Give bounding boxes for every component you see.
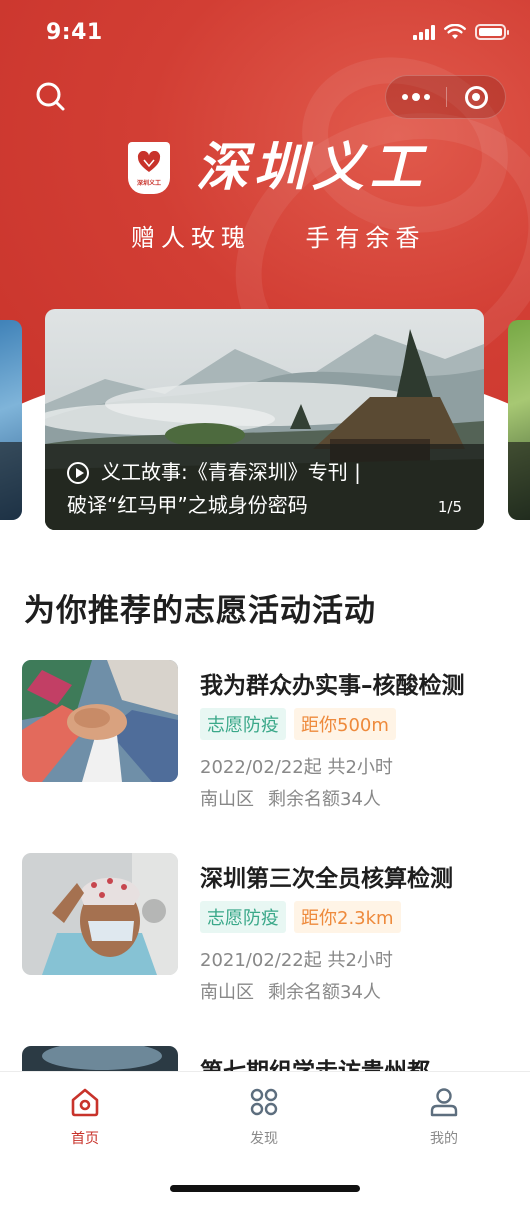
brand-logo: 深圳义工 [128,142,170,194]
search-icon [36,82,65,111]
play-icon [67,461,89,484]
search-button[interactable] [34,80,68,114]
banner-carousel[interactable]: 义工故事:《青春深圳》专刊 | 破译“红马甲”之城身份密码 1/5 [45,309,484,530]
more-button[interactable] [386,76,446,118]
activity-district: 南山区 [200,982,254,1003]
distance-tag: 距你2.3km [294,901,401,933]
banner-title-line1: 义工故事:《青春深圳》专刊 | [101,460,361,484]
banner-caption: 义工故事:《青春深圳》专刊 | 破译“红马甲”之城身份密码 1/5 [45,444,484,530]
activity-thumbnail [22,853,178,975]
home-icon [71,1088,99,1117]
activity-date: 2021/02/22起 共2小时 [200,950,393,971]
tab-home-label: 首页 [71,1131,99,1147]
section-title: 为你推荐的志愿活动活动 [24,593,376,629]
banner-title-line2: 破译“红马甲”之城身份密码 [67,493,308,517]
status-bar: 9:41 [0,0,530,64]
activity-quota: 剩余名额34人 [268,789,381,810]
activity-thumbnail [22,660,178,782]
tab-profile[interactable]: 我的 [399,1086,489,1148]
cellular-signal-icon [413,24,435,40]
activity-card[interactable]: 我为群众办实事–核酸检测 志愿防疫 距你500m 2022/02/22起 共2小… [22,660,512,810]
profile-icon [430,1088,458,1117]
tab-profile-label: 我的 [430,1131,458,1147]
activity-quota: 剩余名额34人 [268,982,381,1003]
discover-icon [250,1088,278,1116]
tab-discover-label: 发现 [250,1131,278,1147]
tab-home[interactable]: 首页 [40,1086,130,1148]
status-time: 9:41 [46,20,103,45]
activity-card[interactable]: 深圳第三次全员核算检测 志愿防疫 距你2.3km 2021/02/22起 共2小… [22,853,512,1003]
activity-location: 南山区 剩余名额34人 [200,978,381,1004]
activity-title: 深圳第三次全员核算检测 [200,866,453,892]
more-icon [402,94,408,100]
slogan: 赠人玫瑰 手有余香 [131,224,426,252]
close-miniprogram-button[interactable] [447,76,505,118]
category-tag: 志愿防疫 [200,708,286,740]
tab-discover[interactable]: 发现 [219,1086,309,1148]
activity-district: 南山区 [200,789,254,810]
close-target-icon [464,85,488,109]
carousel-prev-card[interactable] [0,320,22,520]
home-indicator [170,1185,360,1192]
carousel-next-card[interactable] [508,320,530,520]
activity-title: 我为群众办实事–核酸检测 [200,673,465,699]
category-tag: 志愿防疫 [200,901,286,933]
banner-pager: 1/5 [437,498,462,516]
activity-location: 南山区 剩余名额34人 [200,785,381,811]
wifi-icon [444,24,466,39]
miniprogram-capsule [385,75,506,119]
brand-name: 深圳义工 [196,137,429,198]
brand: 深圳义工 深圳义工 [128,142,428,194]
activity-date: 2022/02/22起 共2小时 [200,757,393,778]
distance-tag: 距你500m [294,708,396,740]
battery-icon [475,24,509,40]
